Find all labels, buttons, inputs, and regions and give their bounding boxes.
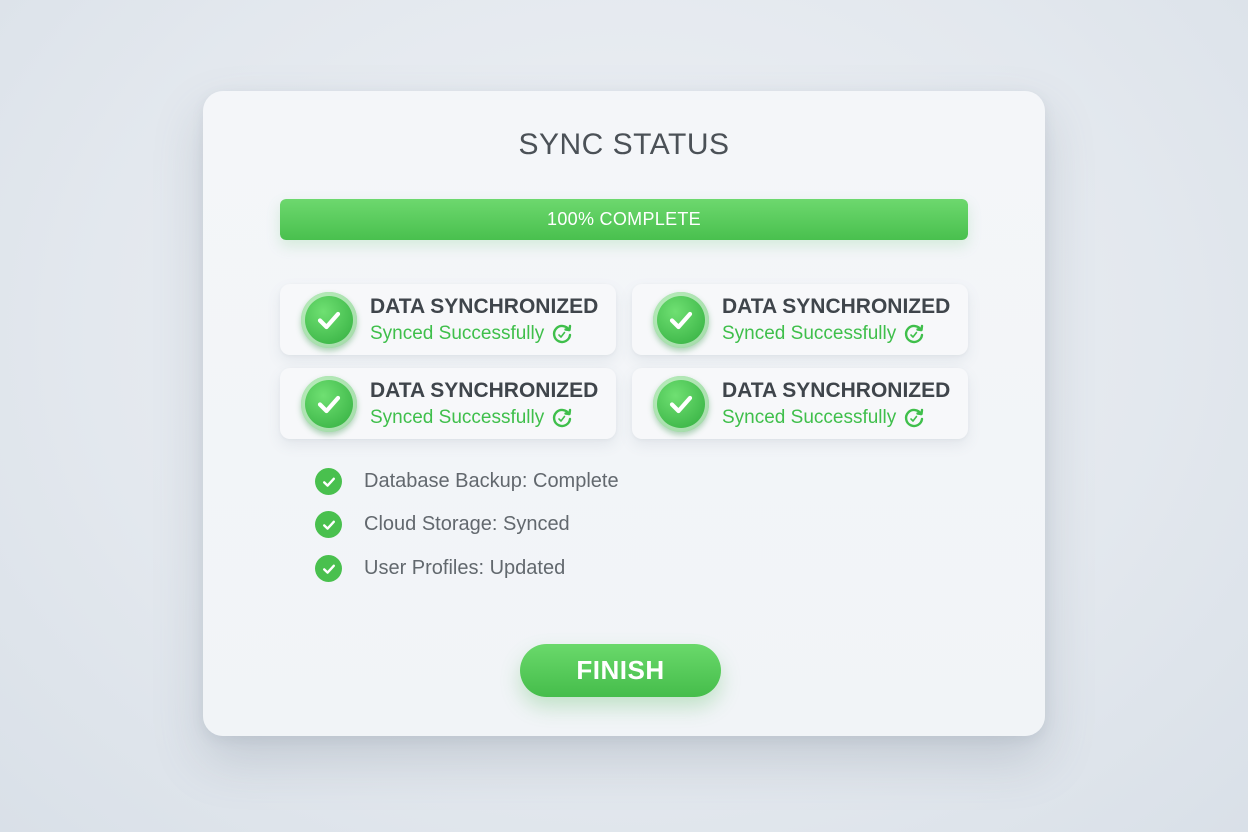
tile-title: DATA SYNCHRONIZED — [722, 379, 951, 402]
check-circle-icon — [653, 292, 709, 348]
status-text: User Profiles: Updated — [364, 557, 566, 579]
finish-button[interactable]: FINISH — [520, 644, 721, 697]
tile-subtitle: Synced Successfully — [722, 407, 897, 428]
tile-subtitle-row: Synced Successfully — [370, 406, 574, 430]
check-icon — [315, 555, 342, 582]
progress-label: 100% COMPLETE — [547, 209, 701, 229]
sync-tile: DATA SYNCHRONIZED Synced Successfully — [280, 284, 616, 355]
sync-icon — [902, 322, 926, 346]
sync-tile: DATA SYNCHRONIZED Synced Successfully — [632, 368, 968, 439]
dialog-title: SYNC STATUS — [518, 128, 730, 161]
check-circle-icon — [301, 376, 357, 432]
tile-title: DATA SYNCHRONIZED — [370, 379, 599, 402]
tile-title: DATA SYNCHRONIZED — [370, 295, 599, 318]
tile-subtitle-row: Synced Successfully — [722, 322, 926, 346]
sync-tile: DATA SYNCHRONIZED Synced Successfully — [632, 284, 968, 355]
sync-icon — [550, 406, 574, 430]
sync-icon — [550, 322, 574, 346]
status-text: Cloud Storage: Synced — [364, 513, 570, 535]
tile-subtitle-row: Synced Successfully — [722, 406, 926, 430]
status-text: Database Backup: Complete — [364, 470, 619, 492]
list-item: Cloud Storage: Synced — [315, 511, 570, 538]
check-circle-icon — [653, 376, 709, 432]
list-item: Database Backup: Complete — [315, 468, 619, 495]
tile-title: DATA SYNCHRONIZED — [722, 295, 951, 318]
tile-subtitle: Synced Successfully — [370, 407, 545, 428]
sync-icon — [902, 406, 926, 430]
list-item: User Profiles: Updated — [315, 555, 565, 582]
check-icon — [315, 511, 342, 538]
sync-tile: DATA SYNCHRONIZED Synced Successfully — [280, 368, 616, 439]
tile-subtitle: Synced Successfully — [722, 323, 897, 344]
tile-subtitle-row: Synced Successfully — [370, 322, 574, 346]
check-icon — [315, 468, 342, 495]
check-circle-icon — [301, 292, 357, 348]
tile-subtitle: Synced Successfully — [370, 323, 545, 344]
